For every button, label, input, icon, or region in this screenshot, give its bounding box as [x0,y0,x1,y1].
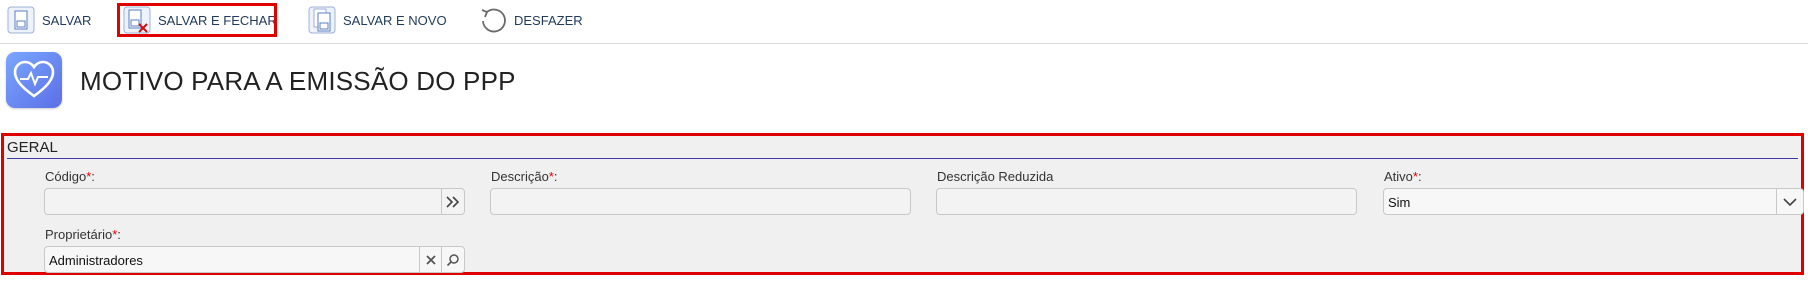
required-marker: * [112,227,118,242]
proprietario-label: Proprietário*: [45,227,121,242]
undo-button[interactable]: DESFAZER [478,3,588,37]
ativo-value: Sim [1388,195,1411,210]
ativo-select[interactable]: Sim [1383,188,1804,215]
save-icon [6,5,36,35]
save-label: SALVAR [42,12,92,28]
save-close-icon [122,5,152,35]
codigo-label-text: Código [45,169,87,184]
section-divider [7,158,1798,159]
descricao-label-text: Descrição [491,169,549,184]
page-title: MOTIVO PARA A EMISSÃO DO PPP [80,66,516,96]
codigo-field[interactable] [44,188,465,215]
code-lookup-button[interactable] [441,189,464,214]
proprietario-value: Administradores [49,253,143,268]
close-icon [426,254,436,265]
chevron-down-icon [1783,197,1797,206]
ativo-label-text: Ativo [1384,169,1413,184]
section-geral: GERAL Código*: Descrição*: Descrição Red… [1,133,1804,275]
save-and-new-button[interactable]: SALVAR E NOVO [307,3,447,37]
save-button[interactable]: SALVAR [6,3,96,37]
save-and-new-label: SALVAR E NOVO [343,12,447,28]
required-marker: * [1412,169,1418,184]
ativo-dropdown-button[interactable] [1776,189,1803,214]
descricao-reduzida-label-text: Descrição Reduzida [937,169,1054,184]
save-and-close-button[interactable]: SALVAR E FECHAR [117,3,277,37]
clear-owner-button[interactable] [419,247,442,272]
descricao-field[interactable] [490,188,911,215]
search-owner-button[interactable] [441,247,464,272]
ativo-label: Ativo*: [1384,169,1422,184]
proprietario-label-text: Proprietário [45,227,113,242]
descricao-reduzida-field[interactable] [936,188,1357,215]
undo-label: DESFAZER [514,12,583,28]
descricao-reduzida-label: Descrição Reduzida [937,169,1053,184]
proprietario-field[interactable]: Administradores [44,246,465,273]
codigo-label: Código*: [45,169,95,184]
save-new-icon [307,5,337,35]
save-and-close-label: SALVAR E FECHAR [158,12,277,28]
required-marker: * [548,169,554,184]
section-title: GERAL [7,139,58,156]
undo-icon [478,5,508,35]
heart-pulse-icon [6,52,62,108]
search-icon [446,253,459,266]
descricao-label: Descrição*: [491,169,558,184]
double-chevron-right-icon [446,195,460,208]
toolbar: SALVAR SALVAR E FECHAR SALVAR E NOVO DES… [0,0,1808,44]
required-marker: * [86,169,92,184]
